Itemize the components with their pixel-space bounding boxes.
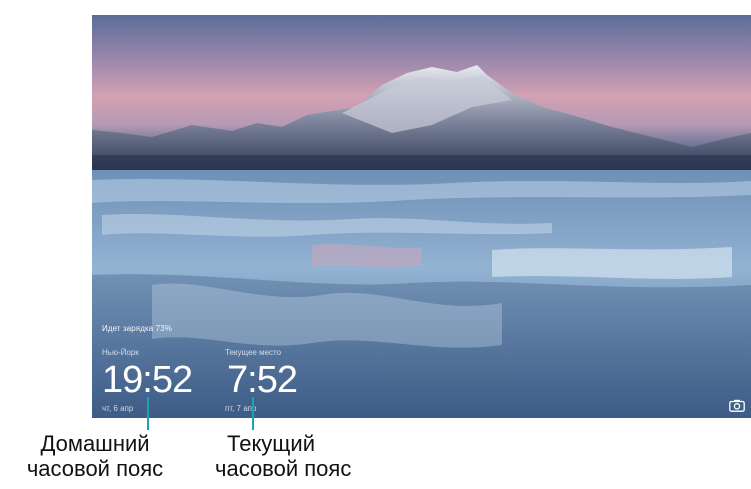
- current-timezone-leader-line: [252, 397, 254, 430]
- lock-screen: Идет зарядка 73% Нью-Йорк Текущее место …: [92, 15, 751, 418]
- current-clock-time: 7:52: [227, 359, 298, 401]
- home-timezone-caption-line1: Домашний: [40, 431, 150, 456]
- home-clock-date: чт, 6 апр: [102, 404, 134, 413]
- current-timezone-caption: Текущий часовой пояс: [215, 431, 405, 481]
- current-timezone-caption-line1: Текущий: [227, 431, 315, 456]
- home-timezone-caption: Домашний часовой пояс: [0, 431, 190, 481]
- home-clock-time: 19:52: [102, 359, 193, 401]
- charging-status: Идет зарядка 73%: [102, 324, 172, 333]
- current-location-label: Текущее место: [225, 348, 282, 357]
- home-timezone-caption-line2: часовой пояс: [26, 456, 164, 481]
- camera-icon[interactable]: [729, 399, 745, 412]
- home-timezone-leader-line: [147, 397, 149, 430]
- current-timezone-caption-line2: часовой пояс: [215, 456, 352, 481]
- home-city-label: Нью-Йорк: [102, 348, 139, 357]
